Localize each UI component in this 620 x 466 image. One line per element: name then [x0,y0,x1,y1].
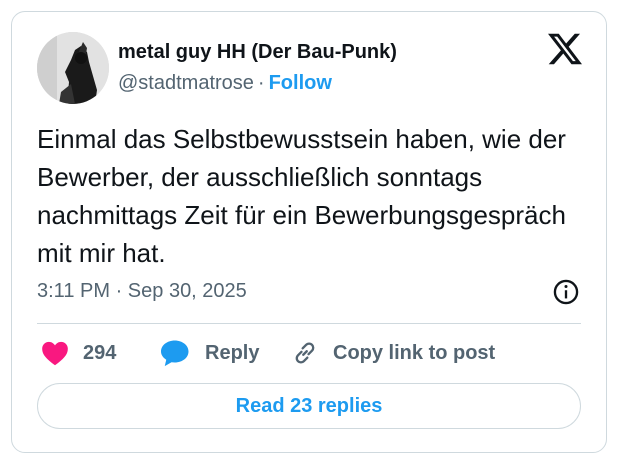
like-count: 294 [83,341,117,364]
read-replies-button[interactable]: Read 23 replies [37,383,581,429]
speech-bubble-icon [161,340,189,367]
tweet-text: Einmal das Selbstbewusstsein haben, wie … [37,124,566,268]
info-icon[interactable] [552,278,580,306]
like-button[interactable]: 294 [41,336,116,370]
reply-button[interactable]: Reply [161,336,259,370]
divider [37,323,581,324]
tweet-card: metal guy HH (Der Bau-Punk) @stadtmatros… [11,11,607,453]
author-display-name[interactable]: metal guy HH (Der Bau-Punk) [118,41,397,64]
x-logo-icon[interactable] [548,32,582,66]
follow-button[interactable]: Follow [269,72,332,94]
tweet-date[interactable]: Sep 30, 2025 [128,280,247,302]
author-handle-row: @stadtmatrose · Follow [118,72,332,95]
link-icon [295,342,315,364]
heart-icon [42,341,68,366]
copy-link-label: Copy link to post [333,341,496,364]
author-handle[interactable]: @stadtmatrose [118,72,254,94]
copy-link-button[interactable]: Copy link to post [291,336,495,370]
timestamp-separator: · [115,280,123,302]
avatar[interactable] [37,32,109,104]
reply-label: Reply [205,341,260,364]
avatar-image [37,32,109,104]
handle-separator: · [257,72,265,94]
tweet-timestamp: 3:11 PM · Sep 30, 2025 [37,280,247,303]
tweet-time[interactable]: 3:11 PM [37,280,110,302]
